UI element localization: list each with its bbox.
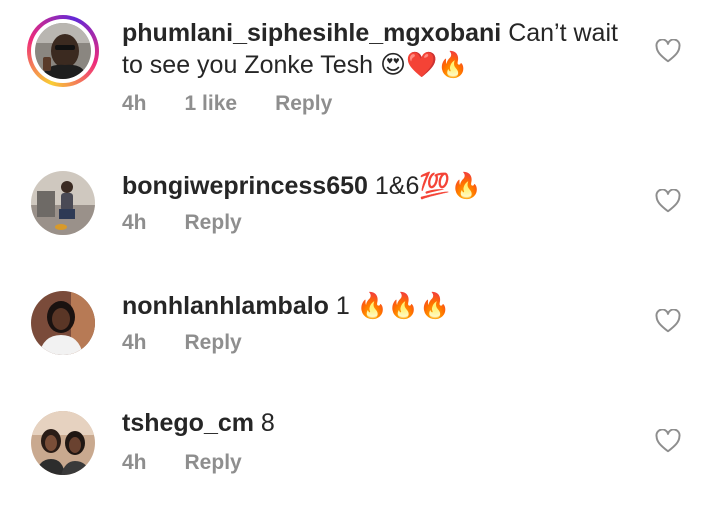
comment-time: 4h (122, 211, 147, 234)
comment-body: bongiweprincess650 1&6💯🔥 (122, 170, 622, 202)
avatar-frame[interactable] (27, 167, 99, 239)
reply-button[interactable]: Reply (185, 211, 242, 235)
comment-time: 4h (122, 331, 147, 354)
comment-text: 1 (328, 292, 357, 320)
reply-button[interactable]: Reply (185, 331, 242, 355)
heart-outline-icon[interactable] (655, 189, 681, 213)
avatar-frame[interactable] (27, 287, 99, 359)
comment-emojis: 🔥🔥🔥 (356, 291, 451, 320)
comment-meta: 4h Reply (122, 211, 242, 235)
avatar (31, 171, 95, 235)
comment-meta: 4h Reply (122, 331, 242, 355)
comment-body: phumlani_siphesihle_mgxobani Can’t wait … (122, 18, 622, 81)
comment-username[interactable]: phumlani_siphesihle_mgxobani (122, 19, 501, 47)
comment-username[interactable]: tshego_cm (122, 409, 254, 437)
avatar (31, 411, 95, 475)
comment-body: nonhlanhlambalo 1 🔥🔥🔥 (122, 290, 622, 322)
avatar-frame[interactable] (27, 407, 99, 479)
comment-username[interactable]: nonhlanhlambalo (122, 292, 329, 320)
heart-outline-icon[interactable] (655, 39, 681, 63)
heart-outline-icon[interactable] (655, 429, 681, 453)
comment-text: 8 (253, 409, 275, 437)
comment-emojis: 😍❤️🔥 (380, 50, 469, 79)
avatar (31, 291, 95, 355)
comment-time: 4h (122, 92, 147, 115)
heart-outline-icon[interactable] (655, 309, 681, 333)
reply-button[interactable]: Reply (185, 451, 242, 475)
comment-meta: 4h 1 like Reply (122, 92, 332, 116)
comment-text: 1&6 (367, 172, 420, 200)
avatar-story-ring[interactable] (27, 15, 99, 87)
comment-username[interactable]: bongiweprincess650 (122, 172, 368, 200)
comment-likes-count[interactable]: 1 like (185, 92, 238, 116)
comment-text: Can’t wait (501, 19, 618, 47)
avatar (35, 23, 91, 79)
comment-body: tshego_cm 8 (122, 408, 622, 439)
comment-meta: 4h Reply (122, 451, 242, 475)
comment-time: 4h (122, 451, 147, 474)
comment-text-continued: to see you Zonke Tesh (122, 51, 381, 79)
comment-emojis: 💯🔥 (419, 171, 482, 200)
reply-button[interactable]: Reply (275, 92, 332, 116)
